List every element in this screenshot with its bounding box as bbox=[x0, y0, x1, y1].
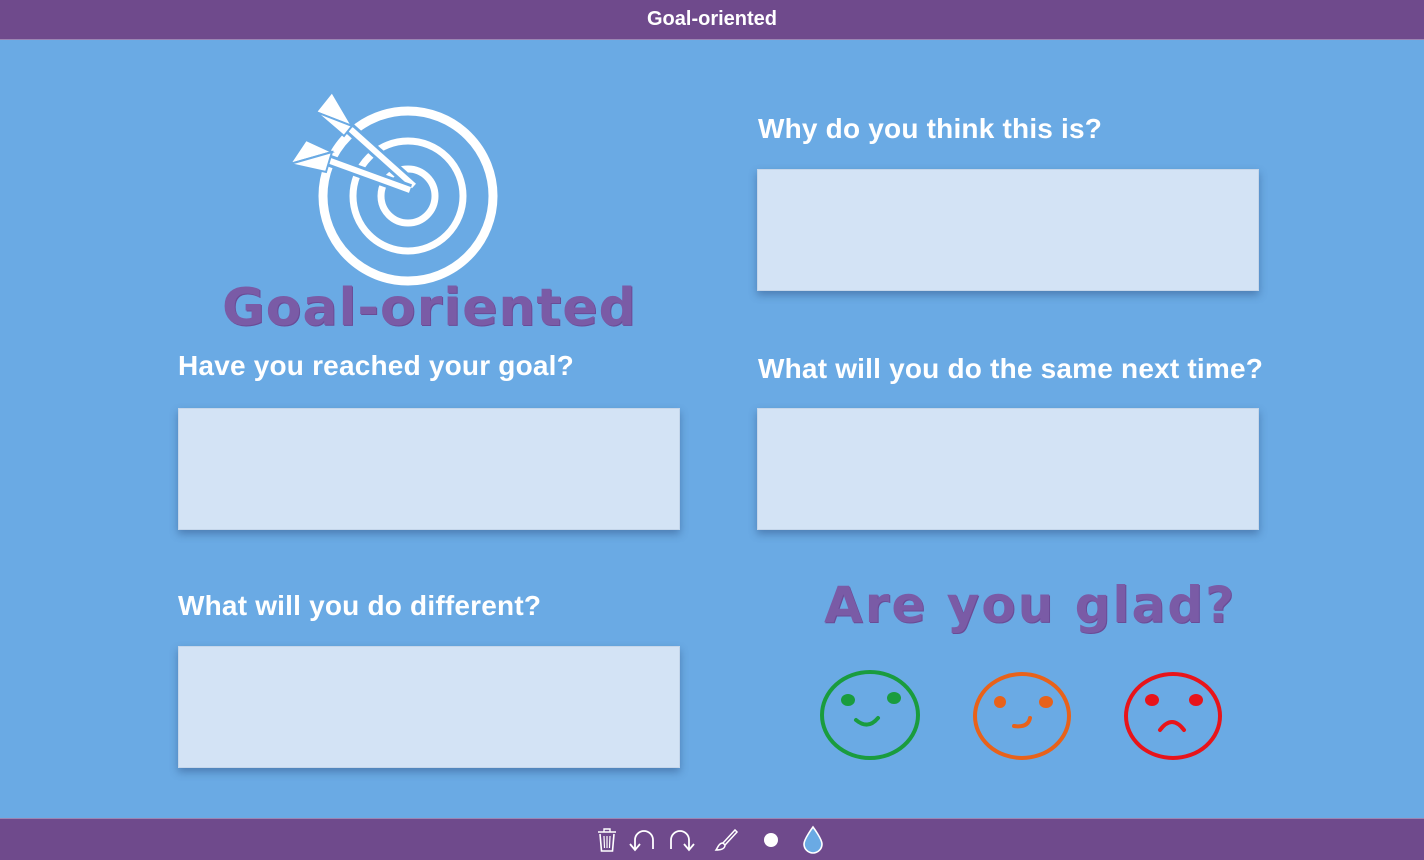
logo-title: Goal-oriented bbox=[222, 278, 637, 338]
undo-icon[interactable] bbox=[625, 825, 661, 855]
happy-face-icon[interactable] bbox=[818, 668, 922, 762]
sad-face-icon[interactable] bbox=[1122, 670, 1226, 764]
question-do-same: What will you do the same next time? bbox=[758, 353, 1264, 384]
question-do-different: What will you do different? bbox=[178, 590, 542, 621]
answer-why[interactable] bbox=[757, 169, 1259, 291]
drawing-toolbar bbox=[0, 818, 1424, 860]
color-drop-icon[interactable] bbox=[791, 825, 835, 855]
target-with-darts-icon bbox=[287, 92, 498, 286]
redo-icon[interactable] bbox=[661, 825, 701, 855]
neutral-face-icon[interactable] bbox=[972, 670, 1074, 762]
glad-title: Are you glad? bbox=[824, 576, 1237, 634]
answer-do-different[interactable] bbox=[178, 646, 680, 768]
worksheet-canvas[interactable]: Goal-oriented Have you reached your goal… bbox=[0, 40, 1424, 818]
trash-icon[interactable] bbox=[589, 825, 625, 855]
dot-size-icon[interactable] bbox=[751, 825, 791, 855]
question-reached-goal: Have you reached your goal? bbox=[178, 350, 574, 381]
answer-do-same[interactable] bbox=[757, 408, 1259, 530]
answer-reached-goal[interactable] bbox=[178, 408, 680, 530]
title-bar: Goal-oriented bbox=[0, 0, 1424, 40]
question-why: Why do you think this is? bbox=[758, 113, 1103, 144]
page-title: Goal-oriented bbox=[646, 8, 777, 30]
brush-icon[interactable] bbox=[701, 825, 751, 855]
